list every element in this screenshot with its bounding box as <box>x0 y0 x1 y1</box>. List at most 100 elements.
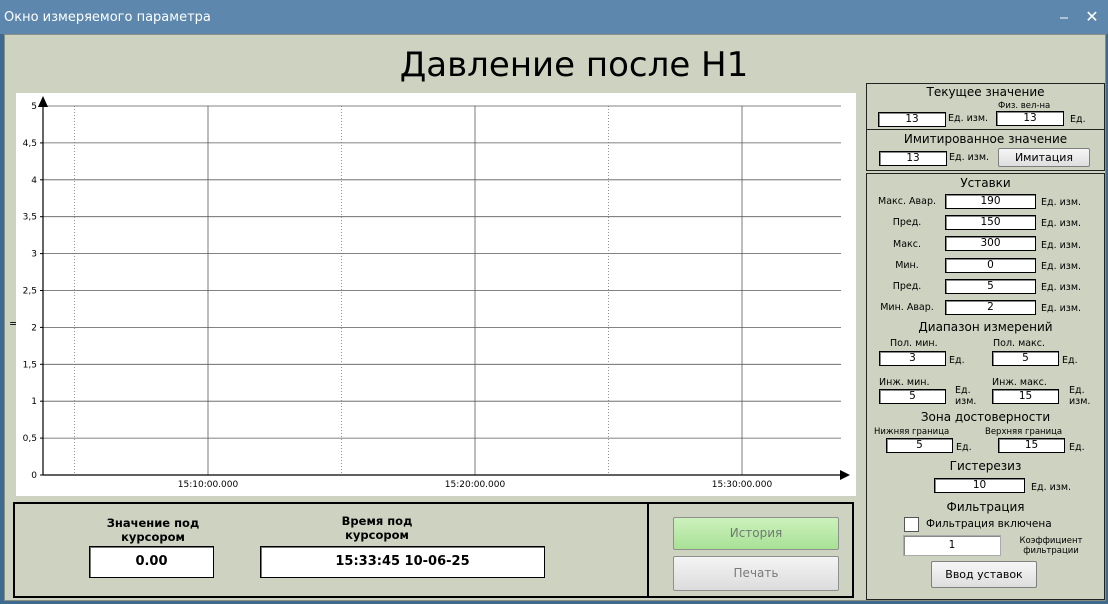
pol-max-unit: Ед. <box>1062 355 1078 366</box>
imitation-title: Имитированное значение <box>903 132 1068 146</box>
setpoint-unit: Ед. изм. <box>1041 261 1082 272</box>
setpoint-unit: Ед. изм. <box>1041 303 1082 314</box>
hysteresis-title: Гистерезиз <box>949 459 1022 473</box>
pol-max-label: Пол. макс. <box>993 338 1046 349</box>
filter-coef-label-line2: фильтрации <box>1023 546 1079 556</box>
bottom-separator <box>647 504 649 596</box>
cursor-value-field: 0.00 <box>89 546 214 578</box>
history-button[interactable]: История <box>673 517 839 550</box>
setpoint-unit: Ед. изм. <box>1041 240 1082 251</box>
setpoint-label: Макс. Авар. <box>878 196 936 207</box>
x-tick-label: 15:30:00.000 <box>712 480 773 490</box>
inj-max-unit: Ед. изм. <box>1069 385 1090 407</box>
window-title: Окно измеряемого параметра <box>4 10 211 25</box>
cursor-panel: Значение под курсором 0.00 Время под кур… <box>13 502 854 598</box>
validity-high-unit: Ед. <box>1069 442 1085 453</box>
filter-title: Фильтрация <box>946 500 1025 514</box>
setpoints-title: Уставки <box>960 176 1011 190</box>
setpoint-label: Мин. Авар. <box>880 302 934 313</box>
setpoint-label: Пред. <box>892 281 922 292</box>
inj-max-field[interactable]: 15 <box>992 389 1059 404</box>
inj-min-unit-line2: изм. <box>955 396 977 407</box>
cursor-time-label-line2: курсором <box>345 528 409 542</box>
cursor-time-label-line1: Время под <box>341 514 413 528</box>
setpoint-label: Мин. <box>895 260 919 271</box>
trend-chart[interactable]: 0 0,5 1 1,5 2 2,5 3 3,5 4 4,5 5 15:10:00.000 15:20:0… <box>16 93 856 496</box>
current-value-panel: Текущее значение 13 Ед. изм. Физ. вел-на… <box>866 83 1105 131</box>
setpoint-field[interactable]: 150 <box>945 215 1036 230</box>
close-icon[interactable]: ✕ <box>1082 7 1102 27</box>
window-client: Давление после Н1 = 0 0,5 1 1,5 2 2,5 3 3,5 4 4,5… <box>4 34 1106 601</box>
y-tick-label: 4,5 <box>23 139 37 149</box>
phys-value-unit: Ед. <box>1070 114 1086 125</box>
setpoint-unit: Ед. изм. <box>1041 282 1082 293</box>
y-tick-label: 3 <box>31 250 37 260</box>
y-tick-label: 1 <box>31 397 37 407</box>
y-tick-label: 0,5 <box>23 434 37 444</box>
imitation-button[interactable]: Имитация <box>998 148 1090 167</box>
validity-low-label: Нижняя граница <box>874 427 950 437</box>
apply-setpoints-button[interactable]: Ввод уставок <box>931 561 1037 588</box>
imitation-unit: Ед. изм. <box>949 152 990 163</box>
filter-coef-label-line1: Коэффициент <box>1019 536 1083 546</box>
imitation-value-field[interactable]: 13 <box>879 151 947 166</box>
phys-value-field: 13 <box>996 111 1064 126</box>
filter-coef-field[interactable]: 1 <box>903 535 1001 556</box>
inj-min-unit: Ед. изм. <box>955 385 976 407</box>
setpoint-field[interactable]: 2 <box>945 300 1036 315</box>
inj-max-unit-line1: Ед. <box>1069 385 1085 396</box>
setpoint-label: Макс. <box>893 239 921 250</box>
range-title: Диапазон измерений <box>918 320 1053 334</box>
hysteresis-field[interactable]: 10 <box>934 478 1025 493</box>
y-tick-label: 0 <box>31 471 37 481</box>
inj-min-unit-line1: Ед. <box>955 385 971 396</box>
pol-min-label: Пол. мин. <box>890 338 938 349</box>
pol-min-field[interactable]: 3 <box>879 351 946 366</box>
x-tick-label: 15:10:00.000 <box>178 480 239 490</box>
setpoint-unit: Ед. изм. <box>1041 197 1082 208</box>
validity-title: Зона достоверности <box>920 410 1051 424</box>
y-tick-label: 4 <box>31 176 37 186</box>
page-title: Давление после Н1 <box>399 45 749 85</box>
y-tick-label: 2,5 <box>23 287 37 297</box>
minimize-icon[interactable]: ⎯ <box>1054 7 1074 27</box>
cursor-time-field: 15:33:45 10-06-25 <box>260 546 545 578</box>
y-tick-label: 5 <box>31 102 37 112</box>
current-value-unit: Ед. изм. <box>948 113 989 124</box>
x-tick-label: 15:20:00.000 <box>445 480 506 490</box>
filter-coef-label: Коэффициент фильтрации <box>1012 536 1090 556</box>
y-tick-label: 1,5 <box>23 360 37 370</box>
pol-min-unit: Ед. <box>949 355 965 366</box>
filter-checkbox-label: Фильтрация включена <box>926 518 1052 530</box>
inj-max-unit-line2: изм. <box>1069 396 1091 407</box>
y-tick-label: 3,5 <box>23 213 37 223</box>
print-button[interactable]: Печать <box>673 556 839 591</box>
hysteresis-unit: Ед. изм. <box>1031 482 1072 493</box>
cursor-value-label-line2: курсором <box>121 530 185 544</box>
setpoint-unit: Ед. изм. <box>1041 218 1082 229</box>
x-axis-arrow <box>840 470 850 480</box>
filter-checkbox[interactable] <box>904 517 919 532</box>
phys-value-label: Физ. вел-на <box>998 101 1051 111</box>
settings-panel: Уставки Макс. Авар. 190 Ед. изм. Пред. 1… <box>866 173 1105 600</box>
setpoint-field[interactable]: 190 <box>945 194 1036 209</box>
validity-high-label: Верхняя граница <box>985 427 1063 437</box>
pol-max-field[interactable]: 5 <box>992 351 1059 366</box>
validity-high-field[interactable]: 15 <box>998 438 1065 453</box>
current-value-title: Текущее значение <box>926 85 1045 99</box>
inj-min-label: Инж. мин. <box>879 377 930 388</box>
setpoint-field[interactable]: 0 <box>945 258 1036 273</box>
setpoint-field[interactable]: 300 <box>945 236 1036 251</box>
current-value-field: 13 <box>878 112 946 127</box>
validity-low-unit: Ед. <box>956 442 972 453</box>
imitation-panel: Имитированное значение 13 Ед. изм. Имита… <box>866 129 1105 171</box>
setpoint-field[interactable]: 5 <box>945 279 1036 294</box>
cursor-value-label: Значение под курсором <box>91 516 215 544</box>
y-tick-label: 2 <box>31 323 37 333</box>
title-bar: Окно измеряемого параметра ⎯ ✕ <box>0 0 1108 34</box>
inj-min-field[interactable]: 5 <box>879 389 946 404</box>
validity-low-field[interactable]: 5 <box>886 438 953 453</box>
cursor-value-label-line1: Значение под <box>106 516 200 530</box>
inj-max-label: Инж. макс. <box>992 377 1047 388</box>
setpoint-label: Пред. <box>892 217 922 228</box>
